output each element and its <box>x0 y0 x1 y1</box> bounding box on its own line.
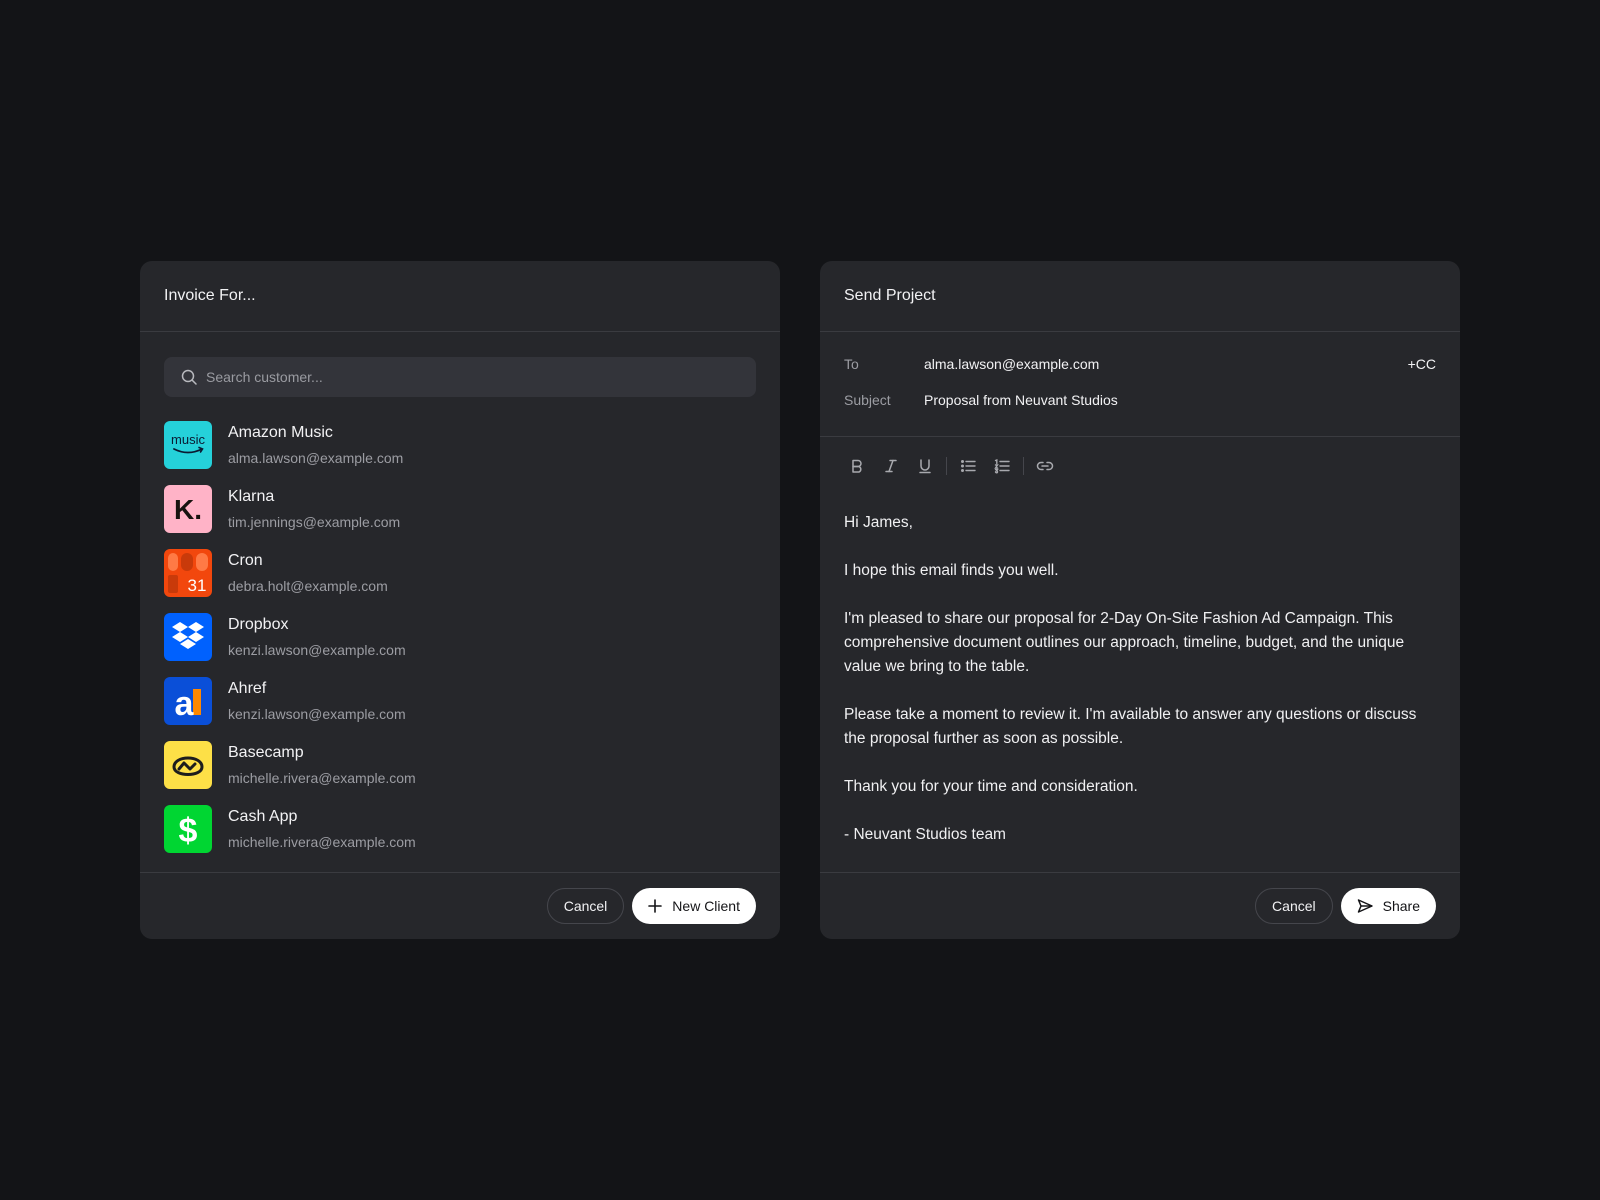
link-button[interactable] <box>1028 454 1062 478</box>
ahrefs-logo: a <box>164 677 212 725</box>
italic-icon <box>885 459 897 473</box>
plus-icon <box>648 899 663 913</box>
send-icon <box>1357 899 1373 913</box>
numbered-list-icon <box>994 458 1010 474</box>
client-name: Basecamp <box>228 744 304 761</box>
client-item-amazon-music[interactable]: music Amazon Music alma.lawson@example.c… <box>164 413 756 477</box>
client-email: kenzi.lawson@example.com <box>228 642 406 658</box>
to-field[interactable]: alma.lawson@example.com <box>924 356 1408 372</box>
new-client-button[interactable]: New Client <box>632 888 756 924</box>
cash-app-logo-text: $ <box>179 812 198 850</box>
email-paragraph: Please take a moment to review it. I'm a… <box>844 706 1417 747</box>
client-email: kenzi.lawson@example.com <box>228 706 406 722</box>
cron-logo: 31 <box>164 549 212 597</box>
client-email: michelle.rivera@example.com <box>228 834 416 850</box>
client-item-klarna[interactable]: K. Klarna tim.jennings@example.com <box>164 477 756 541</box>
cancel-button[interactable]: Cancel <box>1255 888 1333 924</box>
ahrefs-logo-text: a <box>175 685 195 723</box>
add-cc-button[interactable]: +CC <box>1408 356 1436 372</box>
search-customer-input[interactable] <box>206 369 726 385</box>
formatting-toolbar <box>840 454 1062 478</box>
email-meta: To alma.lawson@example.com +CC Subject P… <box>820 332 1460 437</box>
share-label: Share <box>1382 898 1420 914</box>
cron-logo-text: 31 <box>188 576 207 595</box>
client-list: music Amazon Music alma.lawson@example.c… <box>164 413 756 861</box>
client-item-basecamp[interactable]: Basecamp michelle.rivera@example.com <box>164 733 756 797</box>
dialog-title: Send Project <box>820 261 1460 332</box>
share-button[interactable]: Share <box>1340 888 1436 924</box>
numbered-list-button[interactable] <box>985 454 1019 478</box>
new-client-label: New Client <box>672 898 740 914</box>
to-row: To alma.lawson@example.com +CC <box>844 356 1436 372</box>
dialog-footer: Cancel Share <box>820 872 1460 939</box>
client-email: tim.jennings@example.com <box>228 514 401 530</box>
cash-app-logo: $ <box>164 805 212 853</box>
email-greeting: Hi James, <box>844 514 913 531</box>
client-name: Klarna <box>228 488 275 505</box>
email-body-editor[interactable]: Hi James, I hope this email finds you we… <box>844 511 1436 847</box>
search-customer-field[interactable] <box>164 357 756 397</box>
amazon-music-logo: music <box>164 421 212 469</box>
email-paragraph: I hope this email finds you well. <box>844 562 1059 579</box>
bold-icon <box>852 459 862 473</box>
dialog-footer: Cancel New Client <box>140 872 780 939</box>
basecamp-logo <box>164 741 212 789</box>
invoice-for-dialog: Invoice For... music Amazon Music alma.l… <box>140 261 780 939</box>
bold-button[interactable] <box>840 454 874 478</box>
underline-icon <box>919 459 931 474</box>
client-name: Cron <box>228 552 263 569</box>
amazon-music-logo-text: music <box>171 432 205 447</box>
client-name: Cash App <box>228 808 298 825</box>
search-icon <box>181 369 197 385</box>
client-email: michelle.rivera@example.com <box>228 770 416 786</box>
klarna-logo: K. <box>164 485 212 533</box>
bullet-list-icon <box>961 460 976 472</box>
bullet-list-button[interactable] <box>951 454 985 478</box>
client-name: Amazon Music <box>228 424 333 441</box>
client-item-cron[interactable]: 31 Cron debra.holt@example.com <box>164 541 756 605</box>
italic-button[interactable] <box>874 454 908 478</box>
subject-row: Subject Proposal from Neuvant Studios <box>844 392 1436 408</box>
email-paragraph: I'm pleased to share our proposal for 2-… <box>844 610 1405 675</box>
client-name: Dropbox <box>228 616 289 633</box>
client-email: alma.lawson@example.com <box>228 450 404 466</box>
cancel-button[interactable]: Cancel <box>546 888 625 924</box>
to-label: To <box>844 356 859 372</box>
email-signature: - Neuvant Studios team <box>844 826 1006 843</box>
underline-button[interactable] <box>908 454 942 478</box>
dropbox-logo <box>164 613 212 661</box>
client-item-ahref[interactable]: a Ahref kenzi.lawson@example.com <box>164 669 756 733</box>
client-name: Ahref <box>228 680 267 697</box>
send-project-dialog: Send Project To alma.lawson@example.com … <box>820 261 1460 939</box>
email-paragraph: Thank you for your time and consideratio… <box>844 778 1138 795</box>
client-item-dropbox[interactable]: Dropbox kenzi.lawson@example.com <box>164 605 756 669</box>
client-item-cash-app[interactable]: $ Cash App michelle.rivera@example.com <box>164 797 756 861</box>
link-icon <box>1036 461 1054 471</box>
client-email: debra.holt@example.com <box>228 578 388 594</box>
klarna-logo-text: K. <box>174 494 202 525</box>
subject-label: Subject <box>844 392 891 408</box>
dialog-title: Invoice For... <box>140 261 780 332</box>
toolbar-divider <box>1023 457 1024 475</box>
subject-field[interactable]: Proposal from Neuvant Studios <box>924 392 1436 408</box>
toolbar-divider <box>946 457 947 475</box>
